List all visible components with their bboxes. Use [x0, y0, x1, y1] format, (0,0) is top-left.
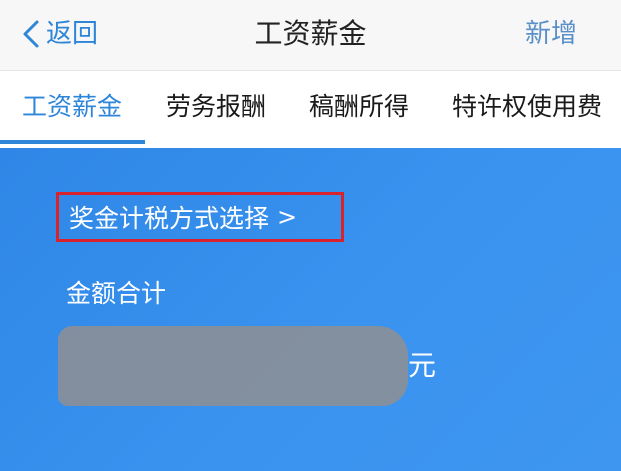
amount-total-label: 金额合计 [66, 279, 167, 308]
tab-author-remuneration[interactable]: 稿酬所得 [309, 89, 409, 125]
navigation-bar: 返回 工资薪金 新增 [0, 0, 621, 70]
amount-unit: 元 [408, 349, 437, 382]
tab-bar: 工资薪金 劳务报酬 稿酬所得 特许权使用费 [0, 70, 621, 146]
tab-royalty[interactable]: 特许权使用费 [452, 89, 602, 125]
chevron-right-icon: > [277, 203, 298, 231]
bonus-tax-method-label: 奖金计税方式选择 [69, 204, 270, 233]
tab-labor-remuneration[interactable]: 劳务报酬 [166, 89, 266, 125]
add-button[interactable]: 新增 [525, 14, 577, 54]
amount-redaction-mask [58, 326, 408, 406]
bonus-tax-method-link[interactable]: 奖金计税方式选择 > [56, 192, 344, 242]
summary-card: 奖金计税方式选择 > 金额合计 元 [0, 148, 621, 471]
tab-salary[interactable]: 工资薪金 [22, 89, 122, 125]
amount-total-row: 元 [58, 326, 458, 406]
active-tab-indicator [0, 140, 145, 144]
